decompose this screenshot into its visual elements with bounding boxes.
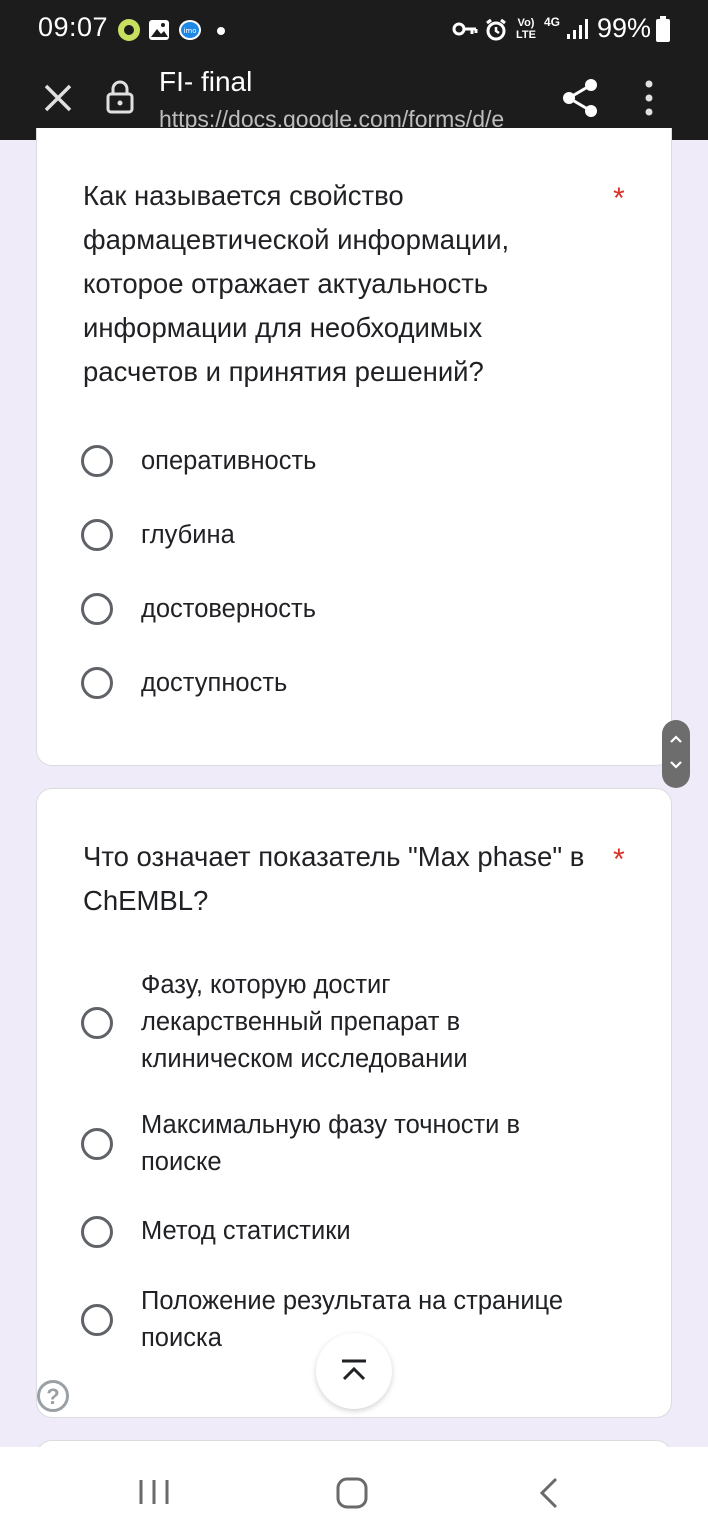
chevron-up-icon (670, 735, 682, 743)
battery-percent: 99% (597, 13, 652, 43)
option-label[interactable]: Фазу, которую достиг лекарственный препа… (141, 967, 541, 1078)
radio-button[interactable] (81, 1128, 113, 1160)
page-title: FI- final (159, 66, 253, 97)
close-icon[interactable] (42, 82, 74, 114)
signal-icon (567, 19, 588, 39)
scroll-top-icon (342, 1359, 366, 1381)
alarm-icon (486, 18, 506, 41)
question-title: Как называется свойство фармацевтической… (83, 180, 510, 387)
radio-option[interactable]: оперативность (81, 443, 641, 483)
option-label[interactable]: глубина (141, 517, 235, 554)
back-icon[interactable] (538, 1477, 560, 1509)
option-label[interactable]: достоверность (141, 591, 316, 628)
radio-option[interactable]: глубина (81, 517, 641, 557)
fast-scroll-handle[interactable] (662, 720, 690, 788)
recents-icon[interactable] (138, 1478, 170, 1506)
radio-button[interactable] (81, 1007, 113, 1039)
help-icon[interactable]: ? (37, 1380, 69, 1412)
question-card-2: Что означает показатель "Max phase" в Ch… (36, 788, 672, 1418)
radio-button[interactable] (81, 1304, 113, 1336)
radio-option[interactable]: достоверность (81, 591, 641, 631)
radio-button[interactable] (81, 593, 113, 625)
chevron-down-icon (670, 761, 682, 769)
share-icon[interactable] (561, 78, 599, 118)
option-label[interactable]: доступность (141, 665, 287, 702)
option-label[interactable]: Метод статистики (141, 1213, 351, 1250)
lock-icon[interactable] (106, 80, 134, 114)
battery-icon (656, 16, 670, 42)
radio-option[interactable]: доступность (81, 665, 641, 705)
radio-button[interactable] (81, 519, 113, 551)
required-asterisk: * (613, 843, 625, 876)
svg-text:imo: imo (183, 27, 196, 35)
question-title: Что означает показатель "Max phase" в Ch… (83, 841, 585, 916)
vpn-key-icon (452, 22, 478, 36)
radio-button[interactable] (81, 445, 113, 477)
scroll-to-top-button[interactable] (316, 1333, 392, 1409)
required-asterisk: * (613, 182, 625, 215)
radio-button[interactable] (81, 1216, 113, 1248)
radio-button[interactable] (81, 667, 113, 699)
radio-option[interactable]: Фазу, которую достиг лекарственный препа… (81, 967, 641, 1079)
system-nav-bar (0, 1447, 708, 1536)
app-notification-icon (118, 19, 140, 41)
radio-option[interactable]: Максимальную фазу точности в поиске (81, 1107, 641, 1181)
home-icon[interactable] (336, 1477, 368, 1509)
volte-label: Vo) LTE (516, 17, 536, 41)
status-time: 09:07 (38, 12, 109, 42)
option-label[interactable]: оперативность (141, 443, 316, 480)
network-label: 4G (544, 15, 561, 29)
status-bar: 09:07 imo Vo) LTE 4G 99% (0, 0, 708, 58)
gallery-icon (149, 20, 169, 40)
dot-icon (217, 27, 225, 35)
more-vert-icon[interactable] (643, 80, 655, 116)
radio-option[interactable]: Метод статистики (81, 1213, 641, 1253)
imo-icon: imo (179, 20, 201, 40)
option-label[interactable]: Максимальную фазу точности в поиске (141, 1107, 571, 1181)
question-card-1: Как называется свойство фармацевтической… (36, 128, 672, 766)
